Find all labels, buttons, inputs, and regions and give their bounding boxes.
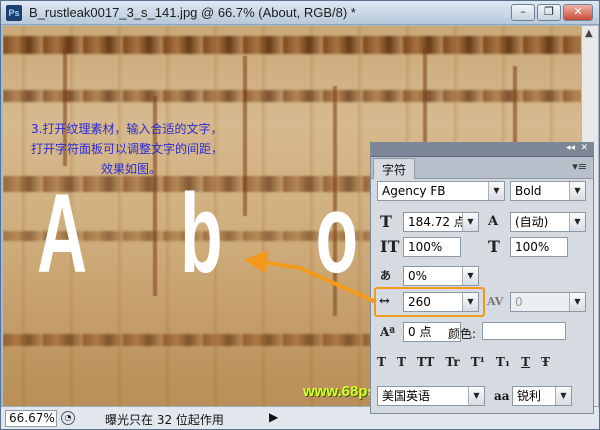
pointer-arrow-icon xyxy=(244,250,377,304)
